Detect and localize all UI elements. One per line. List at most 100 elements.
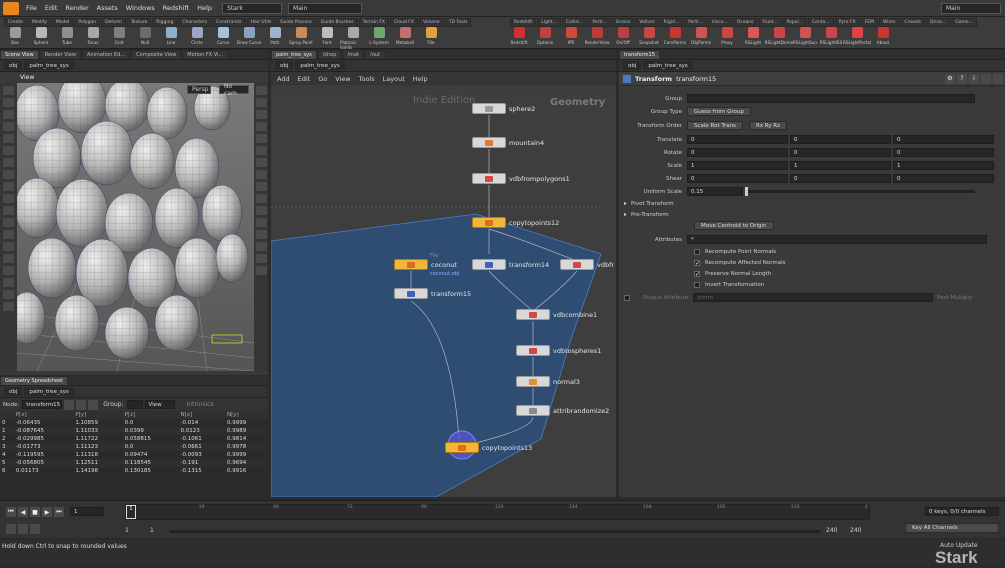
shelf-tab[interactable]: Create	[4, 18, 27, 27]
shelf-tool-button[interactable]: L-System	[366, 27, 392, 50]
network-menu-item[interactable]: Add	[277, 75, 290, 83]
expand-icon[interactable]	[993, 73, 1003, 84]
shelf-tool-button[interactable]: IPR	[558, 27, 584, 45]
shelf-tool-button[interactable]: RSLightDome	[765, 27, 793, 45]
node-box[interactable]	[472, 137, 506, 148]
rotate-field-z[interactable]: 0	[893, 148, 994, 157]
hull-tool-icon[interactable]	[255, 158, 267, 167]
shade2-tool-icon[interactable]	[255, 266, 267, 275]
shelf-tool-button[interactable]: Torus	[80, 27, 106, 50]
table-row[interactable]: 4 -0.119595 1.11318 0.09474 -0.0093 0.9999	[0, 451, 268, 459]
step-back-icon[interactable]: ◀	[18, 507, 28, 517]
shelf-tool-button[interactable]: Tube	[54, 27, 80, 50]
shelf-tab[interactable]: Constraints	[211, 18, 246, 27]
shelf-tab[interactable]: Guide Process	[276, 18, 316, 27]
node-copytopoints13[interactable]: copytopoints13	[445, 442, 532, 453]
prims-icon[interactable]	[88, 399, 99, 410]
menu-render[interactable]: Render	[61, 4, 92, 12]
output-attr-checkbox[interactable]	[624, 294, 630, 301]
grid-tool-icon[interactable]	[255, 182, 267, 191]
shelf-tab[interactable]: Pyro FX	[834, 18, 860, 27]
slider-handle[interactable]	[745, 187, 748, 196]
node-vdbcombine1[interactable]: vdbcombine1	[516, 309, 597, 320]
menu-windows[interactable]: Windows	[122, 4, 159, 12]
timeline-ruler[interactable]: 1 24 48 72 96 120 144 168 192 216 2	[125, 504, 870, 520]
normals-tool-icon[interactable]	[255, 146, 267, 155]
vis-tool-icon[interactable]	[255, 170, 267, 179]
recompute-point-checkbox[interactable]	[694, 248, 700, 255]
playhead[interactable]: 1	[126, 505, 136, 519]
scale-tool-icon[interactable]	[3, 122, 14, 131]
uniform-scale-field[interactable]: 0.15	[687, 187, 743, 196]
shelf-tab[interactable]: Terrain FX	[358, 18, 389, 27]
shelf-tab[interactable]: Texture	[126, 18, 152, 27]
node-attribrandomize2[interactable]: attribrandomize2	[516, 405, 609, 416]
jump-start-icon[interactable]: ⏮	[6, 507, 16, 517]
shelf-tab[interactable]: Vellum	[635, 18, 659, 27]
node-mountain4[interactable]: mountain4	[472, 137, 544, 148]
uniform-scale-slider[interactable]	[745, 187, 975, 196]
intrinsics-toggle[interactable]: Intrinsics	[187, 401, 214, 408]
group-field[interactable]	[126, 400, 143, 409]
loop-tool-icon[interactable]	[3, 278, 14, 287]
shelf-tool-button[interactable]: About	[870, 27, 896, 45]
shelf-tool-button[interactable]: Curve	[210, 27, 236, 50]
wire-tool-icon[interactable]	[255, 98, 267, 107]
tab-mat[interactable]: /mat	[342, 50, 365, 59]
shelf-tab[interactable]: Popul...	[782, 18, 808, 27]
desktop-select[interactable]: Stark	[222, 2, 283, 14]
node-transform15[interactable]: transform15	[394, 288, 471, 299]
translate-field-z[interactable]: 0	[893, 135, 994, 144]
column-header[interactable]: P[y]	[73, 411, 123, 419]
output-attr-field[interactable]: xform	[693, 293, 933, 302]
params-path-obj[interactable]: obj	[623, 61, 642, 70]
pre-expand-icon[interactable]: ▸	[624, 211, 627, 218]
node-copytopoints12[interactable]: copytopoints12	[472, 217, 559, 228]
table-row[interactable]: 2 -0.029985 1.11722 0.058815 -0.1061 0.9814	[0, 435, 268, 443]
pin-icon[interactable]	[64, 399, 75, 410]
node-box[interactable]	[516, 376, 550, 387]
view-tool-icon[interactable]	[3, 206, 14, 215]
shelf-tool-button[interactable]: ComParms	[662, 27, 688, 45]
shelf-tab[interactable]: Game...	[951, 18, 977, 27]
node-box[interactable]	[472, 217, 506, 228]
shelf-tool-button[interactable]: Redshift	[506, 27, 532, 45]
sculpt-tool-icon[interactable]	[3, 194, 14, 203]
shelf-tool-button[interactable]: Path	[262, 27, 288, 50]
column-header[interactable]: N[x]	[178, 411, 226, 419]
node-box[interactable]	[445, 442, 479, 453]
handle-tool-icon[interactable]	[3, 134, 14, 143]
shelf-tab[interactable]: Drive...	[925, 18, 951, 27]
shelf-tab[interactable]: Oceans	[732, 18, 758, 27]
node-field[interactable]: transform15	[22, 400, 63, 409]
cam-lock-tool-icon[interactable]	[255, 194, 267, 203]
path-obj[interactable]: obj	[4, 61, 23, 70]
node-normal3[interactable]: normal3	[516, 376, 580, 387]
column-header[interactable]: N[y]	[225, 411, 268, 419]
pivot-tool-icon[interactable]	[255, 242, 267, 251]
points-icon[interactable]	[76, 399, 87, 410]
shelf-tool-button[interactable]: RenderView	[584, 27, 610, 45]
pre-label[interactable]: Pre-Transform	[631, 212, 669, 218]
shear-field-y[interactable]: 0	[790, 174, 891, 183]
path-palm-tree-sys[interactable]: palm_tree_sys	[24, 61, 74, 70]
houdini-logo-icon[interactable]	[3, 1, 19, 15]
shelf-tool-button[interactable]: Null	[132, 27, 158, 50]
network-menu-item[interactable]: View	[335, 75, 350, 83]
node-name-field[interactable]: transform15	[676, 75, 716, 83]
shelf-tool-button[interactable]: RSLightIES	[818, 27, 844, 45]
shelf-tool-button[interactable]: RSLightSun	[792, 27, 818, 45]
tab-shop[interactable]: /shop	[317, 50, 342, 59]
shelf-tab[interactable]: Guide Brushes	[316, 18, 358, 27]
cam-select[interactable]: No cam	[219, 83, 249, 97]
shelf-tool-button[interactable]: Proxy	[714, 27, 740, 45]
recompute-affected-checkbox[interactable]: ✓	[694, 259, 700, 266]
table-row[interactable]: 1 -0.087645 1.11033 0.0399 0.0123 0.9989	[0, 427, 268, 435]
persp-select[interactable]: Persp	[187, 85, 211, 94]
tab-transform15[interactable]: transform15	[619, 50, 660, 59]
tab-composite-view[interactable]: Composite View	[131, 50, 182, 59]
shelf-tab[interactable]: Polygon	[74, 18, 101, 27]
shelf-tab[interactable]: Grains	[611, 18, 635, 27]
persp-tool-icon[interactable]	[255, 206, 267, 215]
node-vdbfrompolygons1[interactable]: vdbfrompolygons1	[472, 173, 570, 184]
